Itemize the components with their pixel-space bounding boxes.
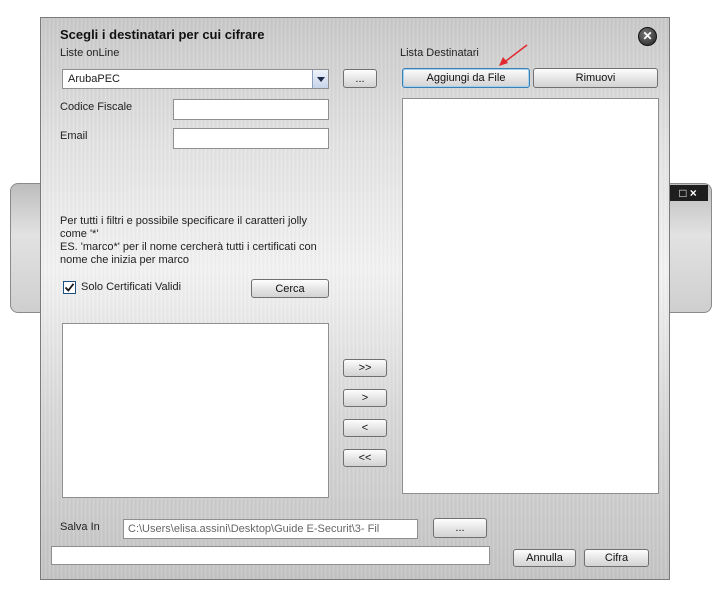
cerca-button[interactable]: Cerca [251,279,329,298]
background-window-controls[interactable]: □ × [668,185,708,201]
solo-validi-label[interactable]: Solo Certificati Validi [81,281,181,293]
add-all-button[interactable]: >> [343,359,387,377]
wildcard-info-line3: ES. 'marco*' per il nome cercherà tutti … [60,241,317,253]
remove-all-button[interactable]: << [343,449,387,467]
salva-in-browse-button[interactable]: ... [433,518,487,538]
wildcard-info: Per tutti i filtri e possibile specifica… [60,215,330,267]
dialog-title: Scegli i destinatari per cui cifrare [60,27,265,42]
liste-online-label: Liste onLine [60,47,120,59]
annotation-arrow-icon [499,44,528,66]
add-one-button[interactable]: > [343,389,387,407]
wildcard-info-line1: Per tutti i filtri e possibile specifica… [60,215,307,227]
codice-fiscale-field[interactable] [173,99,329,120]
solo-validi-checkbox[interactable] [63,281,76,294]
wildcard-info-line2: come '*' [60,228,99,240]
codice-fiscale-label: Codice Fiscale [60,101,133,113]
annulla-button[interactable]: Annulla [513,549,576,567]
search-results-list[interactable] [62,323,329,498]
wildcard-info-line4: nome che inizia per marco [60,254,190,266]
email-field[interactable] [173,128,329,149]
salva-in-label: Salva In [60,521,100,533]
rimuovi-button[interactable]: Rimuovi [533,68,658,88]
status-field [51,546,490,565]
background-window-controls-text[interactable]: □ × [679,186,697,200]
liste-browse-button[interactable]: ... [343,69,377,88]
email-label: Email [60,130,88,142]
liste-online-selected: ArubaPEC [68,73,120,85]
lista-destinatari-label: Lista Destinatari [400,47,479,59]
chevron-down-icon[interactable] [312,70,328,88]
remove-one-button[interactable]: < [343,419,387,437]
recipients-dialog: Scegli i destinatari per cui cifrare ✕ L… [40,17,670,580]
checkmark-icon [64,283,75,292]
liste-online-select[interactable]: ArubaPEC [62,69,329,89]
cifra-button[interactable]: Cifra [584,549,649,567]
recipients-list[interactable] [402,98,659,494]
aggiungi-da-file-button[interactable]: Aggiungi da File [402,68,530,88]
salva-in-path-field[interactable]: C:\Users\elisa.assini\Desktop\Guide E-Se… [123,519,418,539]
close-icon[interactable]: ✕ [638,27,657,46]
